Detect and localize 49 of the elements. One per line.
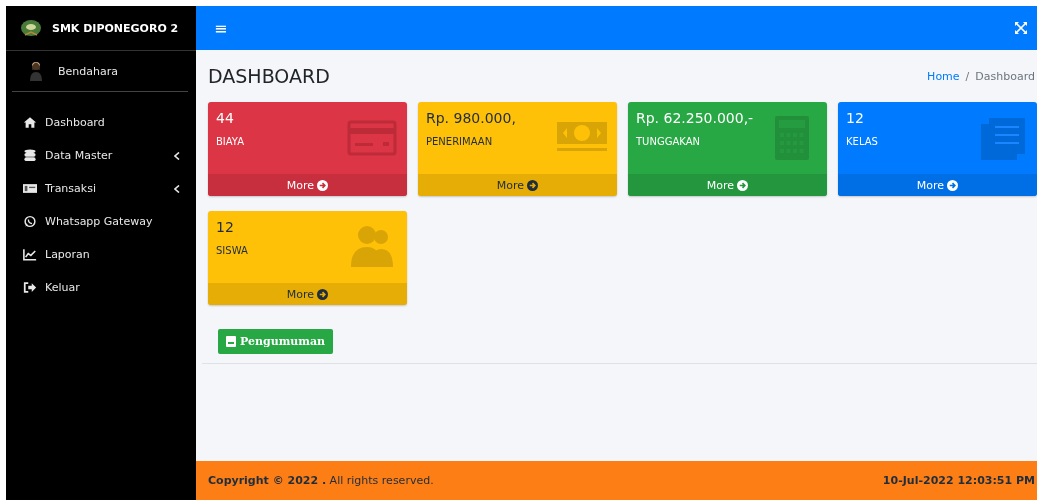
- more-link[interactable]: More: [208, 174, 407, 196]
- sign-out-icon: [23, 281, 37, 294]
- stat-value: 12: [846, 110, 865, 126]
- arrow-circle-icon: [527, 179, 539, 191]
- arrow-circle-icon: [947, 179, 959, 191]
- stat-value: Rp. 980.000,: [426, 110, 517, 126]
- arrow-circle-icon: [317, 179, 329, 191]
- stat-label: BIAYA: [216, 136, 246, 147]
- user-name[interactable]: Bendahara: [58, 64, 118, 78]
- money-bill-icon: [23, 182, 37, 195]
- home-icon: [23, 116, 37, 129]
- stat-value: 44: [216, 110, 235, 126]
- stat-label: TUNGGAKAN: [636, 136, 701, 147]
- breadcrumb-item[interactable]: Home: [927, 69, 960, 83]
- copyright-text: Copyright © 2022 . All rights reserved.: [208, 474, 434, 487]
- sidebar-item[interactable]: Dashboard: [6, 106, 196, 139]
- money-bill-icon: [557, 122, 607, 151]
- stat-label: KELAS: [846, 136, 879, 147]
- more-link[interactable]: More: [838, 174, 1037, 196]
- fullscreen-icon[interactable]: [1015, 22, 1027, 34]
- arrow-circle-icon: [737, 179, 749, 191]
- more-link[interactable]: More: [208, 283, 407, 305]
- stat-label: PENERIMAAN: [426, 136, 494, 147]
- sidebar-item[interactable]: Data Master: [6, 139, 196, 172]
- chart-line-icon: [23, 248, 37, 261]
- sidebar-item[interactable]: Transaksi: [6, 172, 196, 205]
- date-time: 10-Jul-2022 12:03:51 PM: [882, 474, 1035, 487]
- whatsapp-icon: [23, 215, 37, 228]
- page-title: DASHBOARD: [208, 65, 330, 87]
- sidebar-item[interactable]: Laporan: [6, 238, 196, 271]
- document-icon: [981, 118, 1025, 160]
- database-icon: [23, 149, 37, 162]
- stat-value: 12: [216, 219, 235, 235]
- brand-name[interactable]: SMK DIPONEGORO 2: [52, 21, 179, 35]
- menu-button[interactable]: ≡: [214, 18, 228, 38]
- sidebar-item[interactable]: Whatsapp Gateway: [6, 205, 196, 238]
- more-link[interactable]: More: [418, 174, 617, 196]
- users-icon: [351, 226, 393, 267]
- arrow-circle-icon: [317, 288, 329, 300]
- credit-card-icon: [347, 120, 397, 156]
- school-logo-icon: [20, 19, 42, 37]
- more-link[interactable]: More: [628, 174, 827, 196]
- sidebar-item[interactable]: Keluar: [6, 271, 196, 304]
- user-avatar-icon: [30, 61, 42, 81]
- breadcrumb-item: Dashboard: [975, 69, 1035, 83]
- stat-label: SISWA: [216, 245, 249, 256]
- breadcrumb-separator: /: [965, 69, 970, 83]
- book-icon: [226, 336, 236, 347]
- stat-value: Rp. 62.250.000,-: [636, 110, 755, 126]
